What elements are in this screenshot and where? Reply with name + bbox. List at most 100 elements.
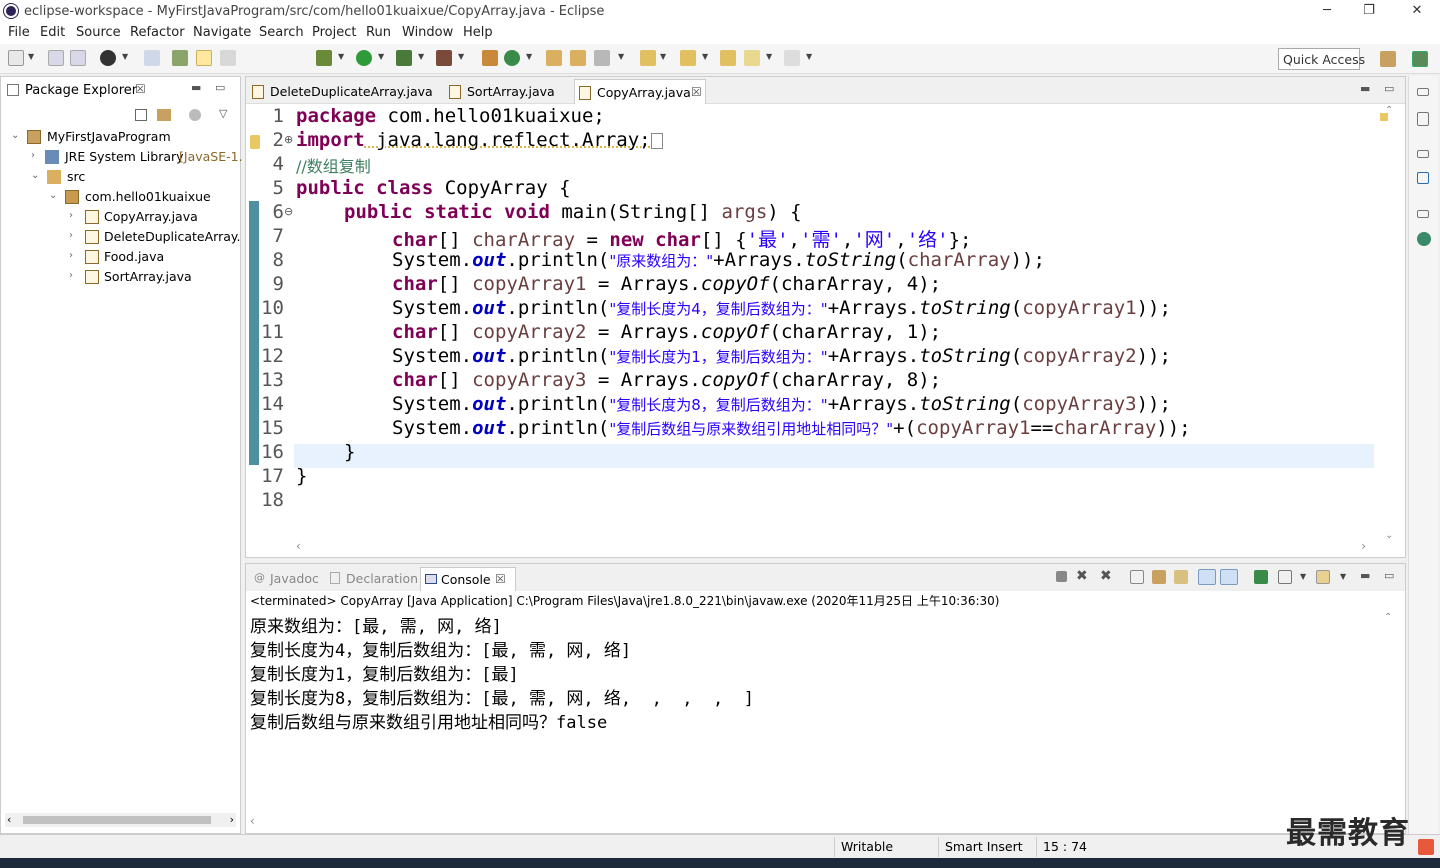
pin-console-icon[interactable] — [1254, 570, 1268, 584]
tree-item-project[interactable]: ⌄ MyFirstJavaProgram — [1, 127, 240, 147]
close-icon[interactable]: ☒ — [135, 82, 146, 96]
chevron-down-icon[interactable]: ▼ — [418, 52, 424, 61]
expand-icon[interactable]: ⌄ — [49, 190, 57, 201]
folded-marker-icon[interactable] — [650, 132, 663, 149]
chevron-down-icon[interactable]: ▼ — [378, 52, 384, 61]
minimized-view-icon[interactable] — [1417, 232, 1431, 246]
menu-source[interactable]: Source — [76, 25, 121, 40]
task-list-icon[interactable] — [1417, 112, 1429, 126]
collapse-icon[interactable]: › — [69, 210, 73, 221]
tab-sort-array[interactable]: SortArray.java — [445, 79, 571, 104]
chevron-down-icon[interactable]: ▼ — [618, 52, 624, 61]
tree-item-file[interactable]: › SortArray.java — [1, 267, 240, 287]
maximize-icon[interactable]: ▭ — [1384, 82, 1394, 95]
word-wrap-icon[interactable] — [1174, 570, 1188, 584]
fold-expand-icon[interactable]: ⊕ — [284, 133, 293, 146]
maximize-button[interactable]: ❐ — [1346, 0, 1392, 24]
tree-item-file[interactable]: › Food.java — [1, 247, 240, 267]
horizontal-scrollbar[interactable]: ‹ › — [5, 813, 236, 827]
remove-launch-icon[interactable]: ✖ — [1076, 568, 1088, 584]
next-annotation-icon[interactable] — [640, 50, 656, 66]
code-area[interactable]: 1 2 ⊕ 4 5 6 ⊖ 7 8 9 10 11 12 13 14 15 16… — [246, 105, 1374, 545]
new-class-icon[interactable] — [504, 50, 520, 66]
show-whitespace-icon[interactable] — [220, 50, 236, 66]
chevron-down-icon[interactable]: ▼ — [806, 52, 812, 61]
tree-item-src[interactable]: ⌄ src — [1, 167, 240, 187]
chevron-down-icon[interactable]: ▼ — [122, 52, 128, 61]
quick-access-input[interactable]: Quick Access — [1278, 48, 1365, 70]
open-task-icon[interactable] — [570, 50, 586, 66]
fold-collapse-icon[interactable]: ⊖ — [284, 205, 293, 218]
scroll-down-icon[interactable]: ⌄ — [1385, 530, 1393, 541]
tree-item-jre[interactable]: › JRE System Library [JavaSE-1. — [1, 147, 243, 167]
new-java-project-icon[interactable] — [482, 50, 498, 66]
mark-occurrences-icon[interactable] — [196, 50, 212, 66]
open-perspective-icon[interactable] — [1380, 51, 1396, 67]
editor-horizontal-scrollbar[interactable]: ‹ › — [296, 539, 1366, 555]
tree-item-package[interactable]: ⌄ com.hello01kuaixue — [1, 187, 240, 207]
close-icon[interactable]: ☒ — [691, 85, 702, 99]
chevron-down-icon[interactable]: ▼ — [1300, 572, 1306, 581]
minimize-icon[interactable]: ▬ — [1360, 82, 1370, 95]
scroll-right-icon[interactable]: › — [1361, 539, 1366, 553]
tab-delete-duplicate-array[interactable]: DeleteDuplicateArray.java — [248, 79, 442, 104]
external-tools-icon[interactable] — [436, 50, 452, 66]
scroll-lock-icon[interactable] — [1152, 570, 1166, 584]
menu-search[interactable]: Search — [259, 25, 304, 40]
chevron-down-icon[interactable]: ▼ — [338, 52, 344, 61]
maximize-icon[interactable]: ▭ — [1384, 569, 1394, 582]
tab-console[interactable]: Console ☒ — [420, 567, 516, 591]
link-with-editor-icon[interactable] — [157, 109, 171, 121]
menu-run[interactable]: Run — [366, 25, 391, 40]
collapse-icon[interactable]: › — [69, 230, 73, 241]
tree-item-file[interactable]: › CopyArray.java — [1, 207, 240, 227]
prev-annotation-icon[interactable] — [680, 50, 696, 66]
terminate-icon[interactable] — [1056, 571, 1067, 582]
forward-icon[interactable] — [784, 50, 800, 66]
coverage-icon[interactable] — [396, 50, 412, 66]
menu-refactor[interactable]: Refactor — [130, 25, 185, 40]
chevron-down-icon[interactable]: ▼ — [660, 52, 666, 61]
skip-breakpoints-icon[interactable] — [144, 50, 160, 66]
chevron-down-icon[interactable]: ▼ — [766, 52, 772, 61]
display-console-icon[interactable] — [1278, 570, 1292, 584]
restore-icon[interactable] — [1417, 150, 1429, 158]
menu-file[interactable]: File — [8, 25, 30, 40]
warning-overview-marker[interactable] — [1380, 113, 1388, 121]
restore-icon[interactable] — [1417, 88, 1429, 96]
close-icon[interactable]: ☒ — [495, 572, 506, 586]
minimize-icon[interactable]: ▬ — [1360, 569, 1370, 582]
chevron-down-icon[interactable]: ▼ — [1340, 572, 1346, 581]
collapse-all-icon[interactable] — [135, 109, 147, 121]
collapse-icon[interactable]: › — [69, 250, 73, 261]
scroll-left-icon[interactable]: ‹ — [250, 814, 255, 828]
tab-javadoc[interactable]: @ Javadoc — [250, 567, 319, 591]
scrollbar-thumb[interactable] — [23, 816, 211, 824]
show-on-error-icon[interactable] — [1220, 569, 1238, 585]
java-perspective-icon[interactable] — [1412, 51, 1428, 67]
menu-edit[interactable]: Edit — [40, 25, 65, 40]
new-icon[interactable] — [8, 50, 24, 66]
remove-all-icon[interactable]: ✖ — [1100, 568, 1112, 584]
expand-icon[interactable]: ⌄ — [31, 170, 39, 181]
maximize-icon[interactable]: ▭ — [215, 81, 225, 94]
scroll-left-icon[interactable]: ‹ — [296, 539, 301, 553]
outline-icon[interactable] — [1417, 172, 1429, 184]
scroll-up-icon[interactable]: ⌃ — [1384, 612, 1392, 623]
open-folder-icon[interactable] — [546, 50, 562, 66]
restore-icon[interactable] — [1417, 210, 1429, 218]
chevron-down-icon[interactable]: ▼ — [526, 52, 532, 61]
last-edit-icon[interactable] — [720, 50, 736, 66]
menu-navigate[interactable]: Navigate — [193, 25, 251, 40]
menu-help[interactable]: Help — [463, 25, 493, 40]
menu-project[interactable]: Project — [312, 25, 356, 40]
tab-copy-array[interactable]: CopyArray.java ☒ — [574, 79, 706, 104]
chevron-down-icon[interactable]: ▼ — [702, 52, 708, 61]
vertical-scrollbar[interactable]: ⌃ ⌄ — [1376, 105, 1404, 543]
filter-icon[interactable] — [189, 109, 201, 121]
open-console-icon[interactable] — [1316, 570, 1330, 584]
save-icon[interactable] — [48, 50, 64, 66]
debug-icon[interactable] — [316, 50, 332, 66]
open-type-icon[interactable] — [172, 50, 188, 66]
tab-declaration[interactable]: Declaration — [326, 567, 418, 591]
